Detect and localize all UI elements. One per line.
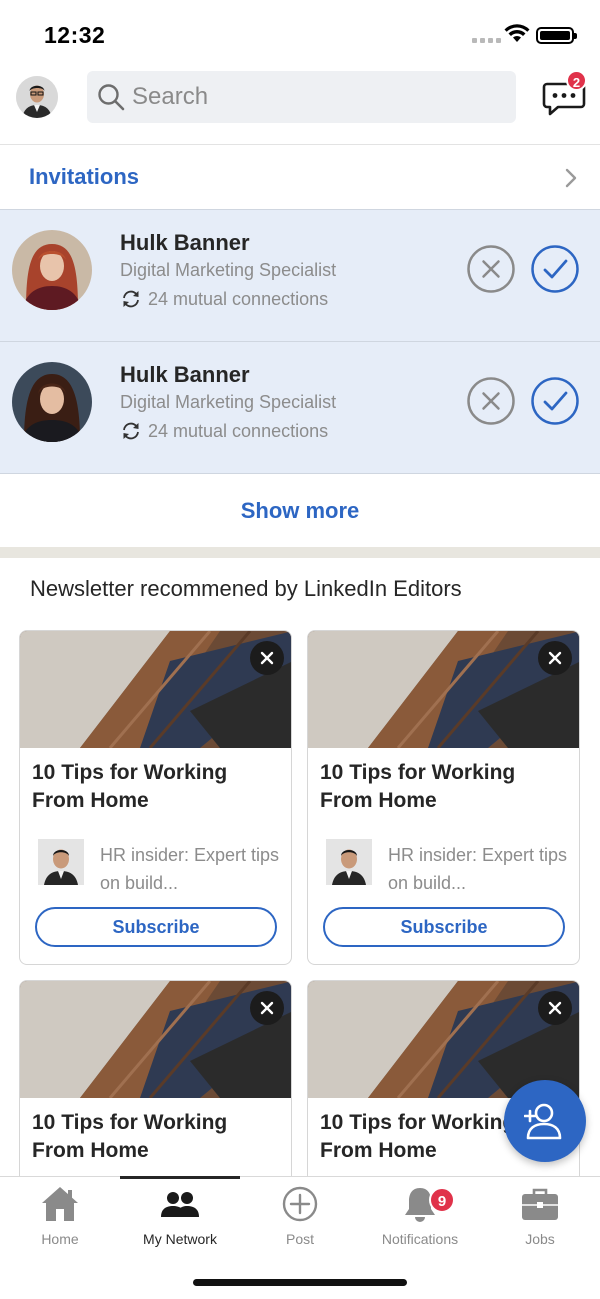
messages-badge: 2 [566, 70, 587, 91]
search-icon [98, 84, 125, 111]
invitee-photo [12, 362, 92, 442]
top-bar: 2 [0, 70, 600, 144]
close-icon [548, 651, 562, 665]
decline-button[interactable] [466, 376, 516, 426]
newsletter-card[interactable]: 10 Tips for Working From Home HR insider… [307, 630, 580, 965]
invitation-card[interactable]: Hulk Banner Digital Marketing Specialist… [0, 209, 600, 341]
notifications-badge: 9 [429, 1187, 455, 1213]
tab-label: Home [41, 1231, 79, 1247]
invitations-title: Invitations [29, 164, 140, 189]
close-icon [548, 1001, 562, 1015]
newsletter-card[interactable]: 10 Tips for Working From Home HR insider… [19, 630, 292, 965]
close-icon [260, 1001, 274, 1015]
subscribe-button[interactable]: Subscribe [323, 907, 565, 947]
home-icon [42, 1187, 78, 1221]
status-bar: 12:32 [0, 0, 600, 70]
newsletter-thumbnail [308, 631, 579, 748]
tab-label: My Network [143, 1231, 217, 1247]
invitee-photo [12, 230, 92, 310]
newsletter-headline: 10 Tips for Working From Home [32, 1111, 228, 1162]
add-connection-button[interactable] [504, 1080, 586, 1162]
invitations-header[interactable]: Invitations [0, 145, 600, 209]
newsletter-headline: 10 Tips for Working From Home [320, 761, 516, 812]
newsletter-headline: 10 Tips for Working From Home [32, 761, 228, 812]
accept-button[interactable] [530, 376, 580, 426]
briefcase-icon [522, 1188, 558, 1220]
section-separator [0, 547, 600, 558]
tab-notifications[interactable]: Notifications [360, 1177, 480, 1257]
author-description: HR insider: Expert tips on build... [388, 845, 568, 893]
invitee-headline: Digital Marketing Specialist [120, 260, 337, 280]
mutual-connections: 24 mutual connections [120, 288, 328, 310]
dismiss-button[interactable] [538, 991, 572, 1025]
battery-icon [536, 27, 577, 44]
network-icon [161, 1192, 199, 1217]
invitee-avatar[interactable] [12, 362, 92, 442]
close-icon [260, 651, 274, 665]
chevron-right-icon [565, 168, 577, 188]
plus-circle-icon [282, 1186, 318, 1222]
show-more-button[interactable]: Show more [241, 498, 360, 524]
dismiss-button[interactable] [538, 641, 572, 675]
newsletter-section-title: Newsletter recommened by LinkedIn Editor… [30, 576, 462, 601]
subscribe-button[interactable]: Subscribe [35, 907, 277, 947]
author-avatar [326, 839, 372, 885]
author-description: HR insider: Expert tips on build... [100, 845, 280, 893]
home-indicator [193, 1279, 407, 1286]
status-time: 12:32 [44, 22, 106, 48]
tab-label: Jobs [525, 1231, 555, 1247]
newsletter-thumbnail [20, 631, 291, 748]
newsletter-thumbnail [20, 981, 291, 1098]
mutual-connections: 24 mutual connections [120, 420, 328, 442]
search-input[interactable] [132, 83, 492, 111]
mutual-connections-text: 24 mutual connections [148, 420, 329, 441]
tab-home[interactable]: Home [0, 1177, 120, 1257]
tab-jobs[interactable]: Jobs [480, 1177, 600, 1257]
mutual-connections-icon [123, 290, 139, 308]
invitee-avatar[interactable] [12, 230, 92, 310]
invitee-name[interactable]: Hulk Banner [120, 362, 250, 388]
wifi-icon [504, 24, 530, 42]
profile-photo [16, 76, 58, 118]
search-bar[interactable] [87, 71, 516, 123]
mutual-connections-text: 24 mutual connections [148, 288, 329, 309]
tab-my-network[interactable]: My Network [120, 1177, 240, 1257]
invitee-headline: Digital Marketing Specialist [120, 392, 337, 412]
tab-label: Notifications [381, 1231, 459, 1247]
accept-button[interactable] [530, 244, 580, 294]
add-person-icon [524, 1103, 562, 1140]
show-more-row: Show more [0, 473, 600, 547]
signal-icon [472, 38, 501, 43]
invitee-name[interactable]: Hulk Banner [120, 230, 250, 256]
dismiss-button[interactable] [250, 991, 284, 1025]
dismiss-button[interactable] [250, 641, 284, 675]
profile-avatar[interactable] [16, 76, 58, 118]
decline-button[interactable] [466, 244, 516, 294]
mutual-connections-icon [123, 422, 139, 440]
tab-post[interactable]: Post [240, 1177, 360, 1257]
invitation-card[interactable]: Hulk Banner Digital Marketing Specialist… [0, 341, 600, 473]
tab-label: Post [285, 1231, 314, 1247]
author-avatar [38, 839, 84, 885]
